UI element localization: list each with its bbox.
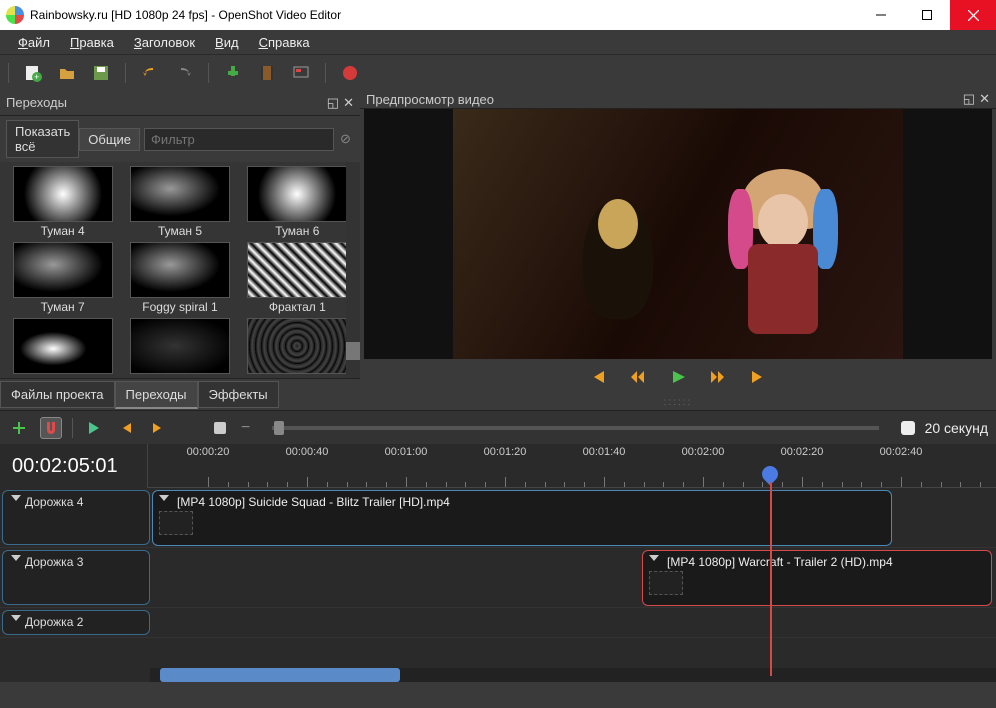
timeline: 00:02:05:01 00:00:2000:00:4000:01:0000:0… (0, 444, 996, 682)
next-marker-icon[interactable] (147, 417, 169, 439)
video-preview[interactable] (364, 109, 992, 359)
clear-filter-icon[interactable]: ⊘ (334, 131, 357, 147)
video-clip[interactable]: [MP4 1080p] Suicide Squad - Blitz Traile… (152, 490, 892, 546)
track-header-3[interactable]: Дорожка 3 (2, 550, 150, 605)
open-project-icon[interactable] (57, 63, 77, 83)
fast-forward-icon[interactable] (708, 367, 728, 387)
menu-title[interactable]: Заголовок (124, 33, 205, 52)
center-playhead-icon[interactable] (209, 417, 231, 439)
track-header-2[interactable]: Дорожка 2 (2, 610, 150, 635)
play-icon[interactable] (668, 367, 688, 387)
zoom-slider[interactable] (272, 426, 878, 430)
save-project-icon[interactable] (91, 63, 111, 83)
track-body[interactable] (152, 608, 996, 637)
scrollbar[interactable] (346, 162, 360, 378)
transitions-title: Переходы (6, 95, 67, 110)
marker-icon[interactable] (83, 417, 105, 439)
panel-close-icon[interactable]: ✕ (343, 95, 354, 111)
tab-transitions[interactable]: Переходы (115, 381, 198, 409)
menu-file[interactable]: Файл (8, 33, 60, 52)
jump-end-icon[interactable] (748, 367, 768, 387)
zoom-indicator-icon (901, 421, 915, 435)
playhead-line[interactable] (770, 482, 772, 676)
new-project-icon[interactable]: + (23, 63, 43, 83)
timeline-scrollbar[interactable] (150, 668, 996, 682)
current-time: 00:02:05:01 (0, 444, 148, 488)
jump-start-icon[interactable] (588, 367, 608, 387)
track-body[interactable]: [MP4 1080p] Suicide Squad - Blitz Traile… (152, 488, 996, 547)
menu-view[interactable]: Вид (205, 33, 249, 52)
film-icon[interactable] (257, 63, 277, 83)
record-icon[interactable] (340, 63, 360, 83)
zoom-label: 20 секунд (925, 420, 988, 436)
svg-text:+: + (34, 72, 39, 82)
redo-icon[interactable] (174, 63, 194, 83)
panel-detach-icon[interactable]: ◱ (327, 95, 339, 111)
playback-controls (360, 359, 996, 395)
window-title: Rainbowsky.ru [HD 1080p 24 fps] - OpenSh… (30, 8, 858, 22)
transitions-panel: Переходы ◱ ✕ Показать всё Общие ⊘ Туман … (0, 90, 360, 410)
transition-item[interactable] (241, 318, 354, 374)
filter-input[interactable] (144, 128, 334, 151)
show-all-tab[interactable]: Показать всё (6, 120, 79, 158)
main-toolbar: + (0, 54, 996, 90)
tab-project-files[interactable]: Файлы проекта (0, 381, 115, 408)
titlebar: Rainbowsky.ru [HD 1080p 24 fps] - OpenSh… (0, 0, 996, 30)
maximize-button[interactable] (904, 0, 950, 30)
transition-item[interactable]: Туман 6 (241, 166, 354, 238)
import-icon[interactable] (223, 63, 243, 83)
track-body[interactable]: [MP4 1080p] Warcraft - Trailer 2 (HD).mp… (152, 548, 996, 607)
transition-item[interactable] (123, 318, 236, 374)
expand-icon[interactable] (11, 615, 21, 621)
clip-thumbnail (649, 571, 683, 595)
preview-panel: Предпросмотр видео ◱ ✕ :::::: (360, 90, 996, 410)
rewind-icon[interactable] (628, 367, 648, 387)
undo-icon[interactable] (140, 63, 160, 83)
expand-icon[interactable] (11, 555, 21, 561)
transition-item[interactable]: Foggy spiral 1 (123, 242, 236, 314)
close-button[interactable] (950, 0, 996, 30)
grip-icon[interactable]: :::::: (360, 395, 996, 410)
menubar: Файл Правка Заголовок Вид Справка (0, 30, 996, 54)
transition-item[interactable]: Туман 4 (6, 166, 119, 238)
snap-icon[interactable] (40, 417, 62, 439)
screen-icon[interactable] (291, 63, 311, 83)
track-header-4[interactable]: Дорожка 4 (2, 490, 150, 545)
transition-item[interactable]: Туман 5 (123, 166, 236, 238)
common-tab[interactable]: Общие (79, 128, 140, 151)
tab-effects[interactable]: Эффекты (198, 381, 279, 408)
transition-item[interactable]: Фрактал 1 (241, 242, 354, 314)
prev-marker-icon[interactable] (115, 417, 137, 439)
transition-item[interactable]: Туман 7 (6, 242, 119, 314)
timeline-toolbar: − 20 секунд (0, 410, 996, 444)
time-ruler[interactable]: 00:00:2000:00:4000:01:0000:01:2000:01:40… (148, 444, 996, 488)
minimize-button[interactable] (858, 0, 904, 30)
panel-detach-icon[interactable]: ◱ (963, 91, 975, 107)
add-track-icon[interactable] (8, 417, 30, 439)
zoom-out-icon[interactable]: − (241, 419, 250, 437)
preview-title: Предпросмотр видео (366, 92, 494, 107)
transition-grid: Туман 4 Туман 5 Туман 6 Туман 7 Foggy sp… (0, 162, 360, 378)
clip-thumbnail (159, 511, 193, 535)
app-icon (6, 6, 24, 24)
expand-icon[interactable] (11, 495, 21, 501)
transition-item[interactable] (6, 318, 119, 374)
menu-edit[interactable]: Правка (60, 33, 124, 52)
video-clip[interactable]: [MP4 1080p] Warcraft - Trailer 2 (HD).mp… (642, 550, 992, 606)
menu-help[interactable]: Справка (249, 33, 320, 52)
panel-close-icon[interactable]: ✕ (979, 91, 990, 107)
